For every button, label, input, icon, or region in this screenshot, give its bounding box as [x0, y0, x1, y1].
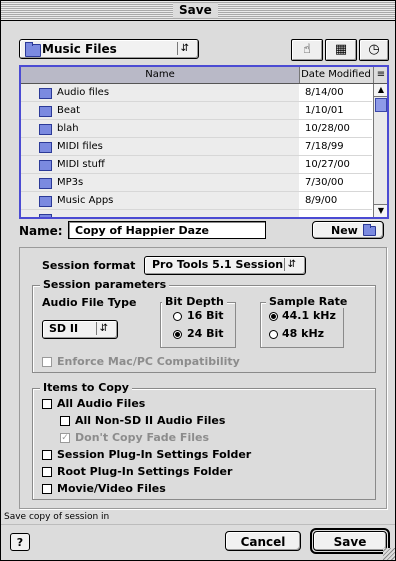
sample-rate-title: Sample Rate: [266, 295, 351, 308]
enforce-compat-checkbox[interactable]: [42, 357, 52, 367]
list-item-name: MIDI files: [57, 141, 103, 152]
scroll-up-arrow-icon[interactable]: ▲: [374, 84, 387, 97]
list-item-date: 7/30/00: [305, 177, 344, 188]
rate-44-1-radio[interactable]: [269, 312, 278, 321]
all-audio-label: All Audio Files: [57, 397, 146, 410]
non-sd2-label: All Non-SD II Audio Files: [75, 414, 226, 427]
list-item-name: blah: [57, 123, 79, 134]
audio-file-type-value: SD II: [49, 322, 79, 335]
scroll-down-arrow-icon[interactable]: ▼: [374, 204, 387, 217]
rate-48-radio[interactable]: [269, 330, 278, 339]
items-to-copy-title: Items to Copy: [40, 381, 132, 394]
enforce-compat-label: Enforce Mac/PC Compatibility: [57, 355, 240, 368]
bit-16-label: 16 Bit: [187, 309, 224, 322]
bit-depth-title: Bit Depth: [162, 295, 227, 308]
folder-icon: [39, 160, 52, 171]
list-item-date: 10/27/00: [305, 159, 350, 170]
column-header-name[interactable]: Name: [21, 67, 300, 83]
list-item-date: 10/28/00: [305, 123, 350, 134]
location-popup[interactable]: Music Files ⇵: [19, 39, 199, 59]
folder-icon: [25, 42, 41, 57]
save-options-panel: Session format Pro Tools 5.1 Session ⇵ S…: [19, 247, 387, 509]
list-item[interactable]: MIDI stuff 10/27/00: [21, 156, 372, 174]
list-item[interactable]: Music Apps 8/9/00: [21, 192, 372, 210]
list-item-partial[interactable]: [21, 210, 372, 217]
column-sort-icon[interactable]: ≡: [373, 67, 387, 83]
title-bar[interactable]: Save: [1, 1, 395, 21]
rate-44-1-label: 44.1 kHz: [282, 309, 336, 322]
window-title: Save: [173, 3, 218, 18]
desktop-icon: ☝: [303, 42, 311, 57]
new-folder-label: New: [331, 224, 358, 237]
folder-icon: [39, 214, 52, 217]
save-button[interactable]: Save: [313, 531, 387, 551]
folder-icon: [39, 178, 52, 189]
scroll-thumb[interactable]: [375, 98, 387, 112]
list-item-name: Music Apps: [57, 195, 114, 206]
list-item-date: 8/9/00: [305, 195, 338, 206]
all-audio-checkbox[interactable]: [42, 399, 52, 409]
status-bar: Save copy of session in: [1, 509, 395, 529]
folder-icon: [39, 106, 52, 117]
list-item[interactable]: Beat 1/10/01: [21, 102, 372, 120]
popup-arrow-icon: ⇵: [96, 322, 111, 335]
root-plugin-checkbox[interactable]: [42, 467, 52, 477]
movie-label: Movie/Video Files: [57, 482, 166, 495]
session-plugin-label: Session Plug-In Settings Folder: [57, 448, 252, 461]
recent-button[interactable]: ◷: [359, 39, 389, 61]
name-label: Name:: [19, 224, 63, 238]
session-format-value: Pro Tools 5.1 Session: [152, 258, 284, 271]
list-item[interactable]: MP3s 7/30/00: [21, 174, 372, 192]
movie-checkbox[interactable]: [42, 484, 52, 494]
bit-24-radio[interactable]: [173, 330, 182, 339]
folder-icon: [363, 224, 376, 236]
popup-arrow-icon: ⇵: [177, 42, 192, 55]
list-item[interactable]: MIDI files 7/18/99: [21, 138, 372, 156]
bit-24-label: 24 Bit: [187, 327, 224, 340]
list-item-name: Beat: [57, 105, 81, 116]
session-plugin-checkbox[interactable]: [42, 450, 52, 460]
no-fade-label: Don't Copy Fade Files: [75, 431, 209, 444]
list-item[interactable]: Audio files 8/14/00: [21, 84, 372, 102]
folder-icon: [39, 142, 52, 153]
audio-file-type-label: Audio File Type: [42, 296, 137, 309]
no-fade-checkbox[interactable]: ✓: [60, 433, 70, 443]
bit-16-radio[interactable]: [173, 312, 182, 321]
location-popup-label: Music Files: [42, 42, 117, 56]
list-item-name: MIDI stuff: [57, 159, 105, 170]
list-item[interactable]: blah 10/28/00: [21, 120, 372, 138]
shortcuts-button[interactable]: ▦: [325, 39, 357, 61]
column-header-date[interactable]: Date Modified: [300, 67, 372, 83]
list-item-name: MP3s: [57, 177, 84, 188]
list-item-date: 7/18/99: [305, 141, 344, 152]
audio-file-type-popup[interactable]: SD II ⇵: [42, 320, 118, 339]
filename-input[interactable]: Copy of Happier Daze: [68, 221, 266, 239]
session-parameters-title: Session parameters: [40, 278, 170, 291]
list-header: Name Date Modified ≡: [21, 67, 387, 84]
folder-icon: [39, 88, 52, 99]
folder-icon: [39, 196, 52, 207]
list-item-date: 1/10/01: [305, 105, 344, 116]
rate-48-label: 48 kHz: [282, 327, 325, 340]
help-icon: ?: [16, 536, 24, 549]
shortcuts-icon: ▦: [334, 42, 348, 57]
resize-grip-icon[interactable]: [383, 548, 395, 560]
status-text: Save copy of session in: [4, 512, 110, 522]
root-plugin-label: Root Plug-In Settings Folder: [57, 465, 233, 478]
vertical-scrollbar[interactable]: ▲ ▼: [373, 84, 387, 217]
save-dialog: Save Music Files ⇵ ☝ ▦ ◷ Name Date Modif…: [0, 0, 396, 561]
desktop-button[interactable]: ☝: [291, 39, 323, 61]
session-format-popup[interactable]: Pro Tools 5.1 Session ⇵: [144, 256, 306, 275]
new-folder-button[interactable]: New: [312, 221, 384, 239]
recent-clock-icon: ◷: [368, 42, 380, 57]
non-sd2-checkbox[interactable]: [60, 416, 70, 426]
cancel-button[interactable]: Cancel: [225, 531, 301, 551]
help-button[interactable]: ?: [10, 533, 30, 551]
popup-arrow-icon: ⇵: [284, 258, 299, 271]
session-format-label: Session format: [42, 259, 136, 272]
list-item-date: 8/14/00: [305, 87, 344, 98]
folder-icon: [39, 124, 52, 135]
list-item-name: Audio files: [57, 87, 110, 98]
file-list[interactable]: Name Date Modified ≡ Audio files 8/14/00 …: [19, 65, 389, 219]
